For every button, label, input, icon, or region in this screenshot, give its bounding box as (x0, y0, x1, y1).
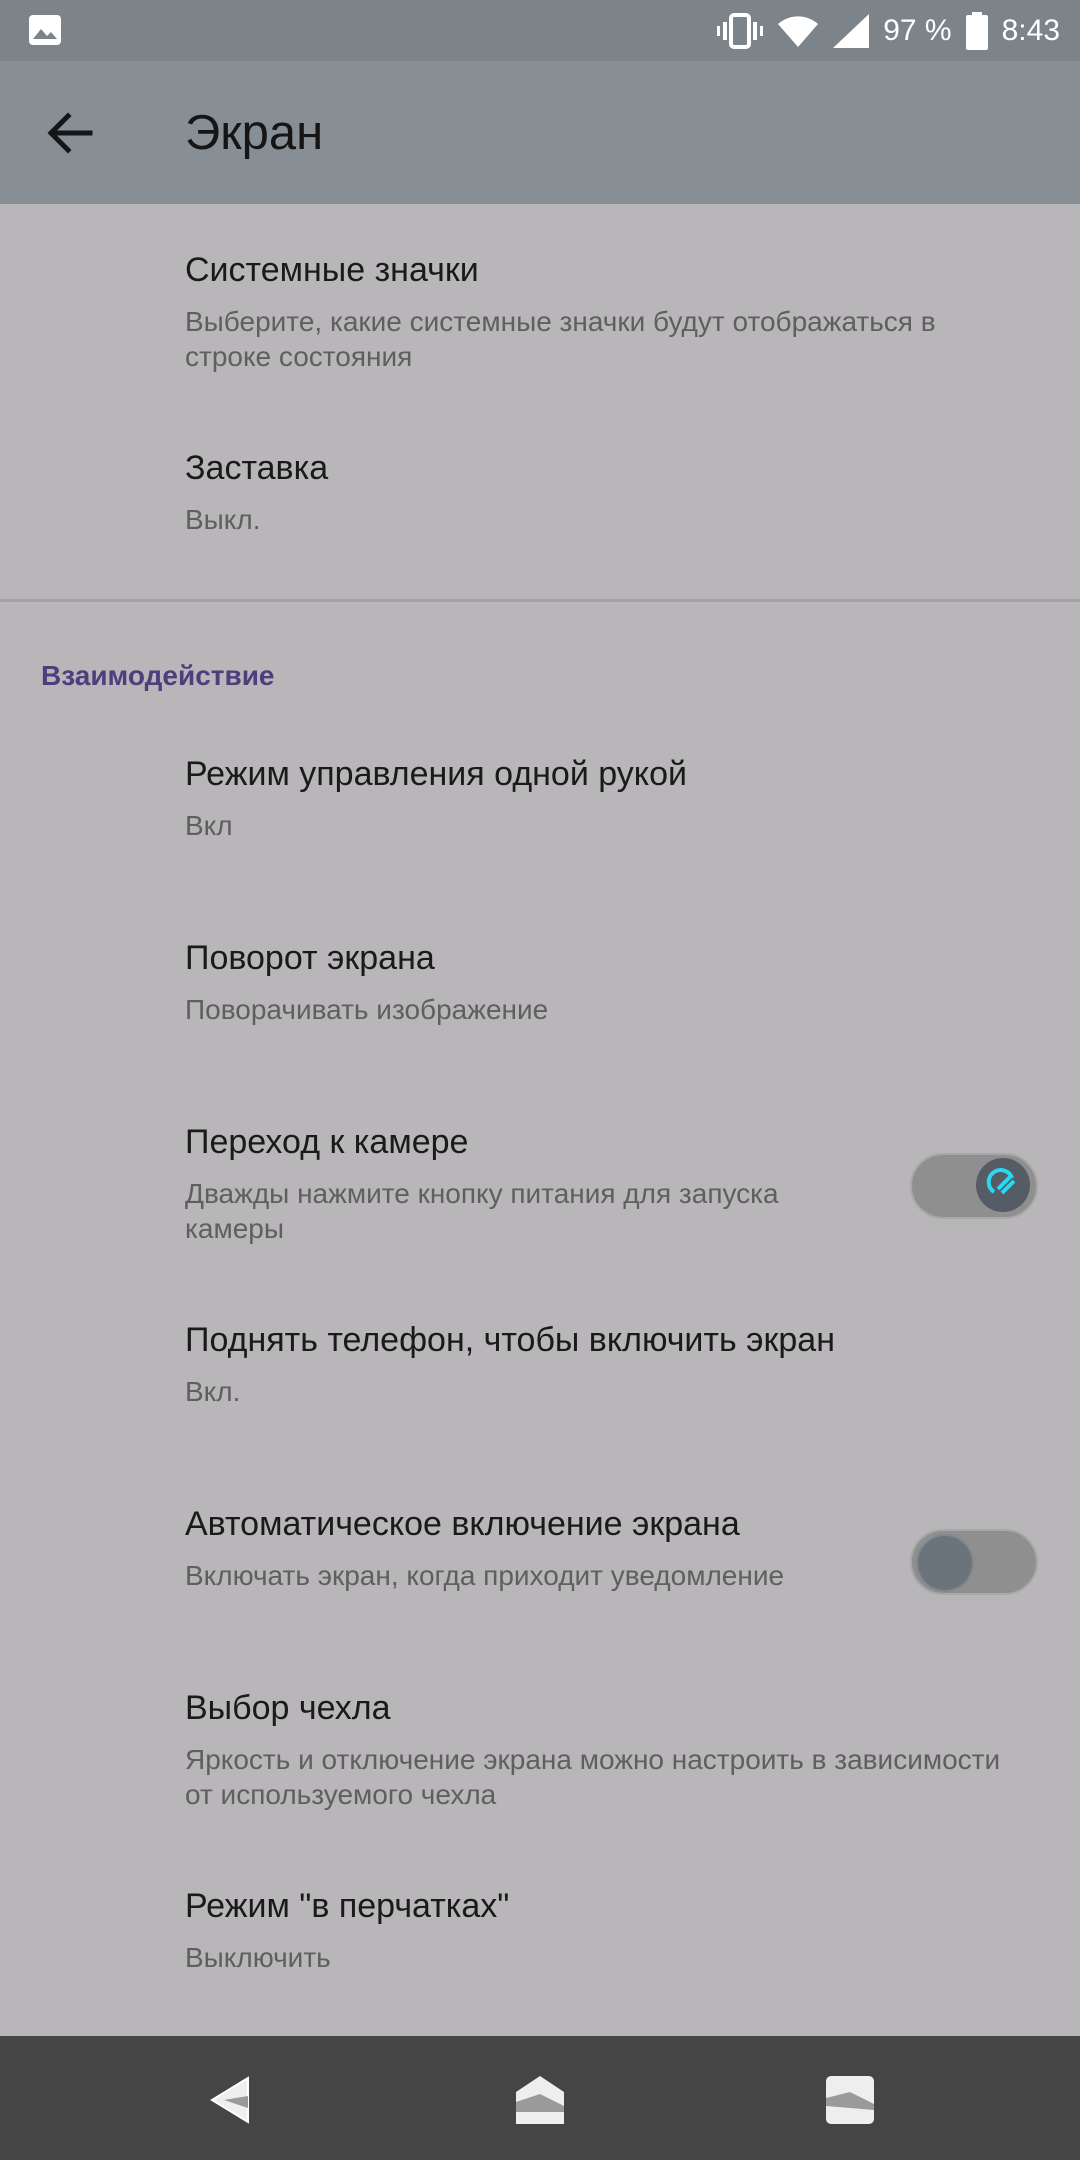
setting-title: Заставка (185, 449, 329, 487)
wifi-icon (778, 15, 819, 47)
nav-home-icon[interactable] (512, 2072, 568, 2128)
section-header-interaction: Взаимодействие (41, 660, 275, 691)
divider (0, 599, 1080, 602)
settings-list: Системные значки Выберите, какие системн… (0, 204, 1080, 2036)
setting-subtitle: Поворачивать изображение (185, 994, 549, 1025)
setting-subtitle: Вкл (185, 810, 233, 841)
arrow-left-icon[interactable] (44, 107, 96, 159)
setting-system-icons[interactable]: Системные значки Выберите, какие системн… (185, 248, 1025, 374)
setting-title: Поднять телефон, чтобы включить экран (185, 1321, 835, 1359)
camera-shortcut-toggle[interactable] (910, 1153, 1038, 1219)
nav-back-icon[interactable] (202, 2072, 258, 2128)
setting-title: Автоматическое включение экрана (185, 1505, 740, 1543)
toggle-on-thumb (976, 1158, 1030, 1212)
setting-subtitle: Включать экран, когда приходит уведомлен… (185, 1560, 785, 1591)
auto-screen-on-toggle[interactable] (910, 1529, 1038, 1595)
setting-lift-to-wake[interactable]: Поднять телефон, чтобы включить экран Вк… (185, 1318, 1025, 1409)
app-bar: Экран (0, 61, 1080, 204)
setting-title: Поворот экрана (185, 939, 435, 977)
setting-subtitle: Выкл. (185, 504, 261, 535)
toggle-off-thumb (916, 1534, 974, 1592)
setting-title: Выбор чехла (185, 1689, 391, 1727)
setting-title: Системные значки (185, 251, 479, 289)
setting-cover-selection[interactable]: Выбор чехла Яркость и отключение экрана … (185, 1686, 1025, 1812)
setting-subtitle: Вкл. (185, 1376, 241, 1407)
vibrate-icon (717, 12, 764, 49)
setting-one-hand-mode[interactable]: Режим управления одной рукой Вкл (185, 752, 1025, 843)
page-title: Экран (185, 106, 324, 160)
signal-icon (833, 13, 870, 48)
nav-recents-icon[interactable] (822, 2072, 878, 2128)
gallery-icon (29, 15, 61, 45)
navigation-bar (0, 2036, 1080, 2160)
setting-subtitle: Дважды нажмите кнопку питания для запуск… (185, 1178, 779, 1244)
setting-glove-mode[interactable]: Режим "в перчатках" Выключить (185, 1884, 1025, 1975)
setting-title: Переход к камере (185, 1123, 469, 1161)
setting-subtitle: Выключить (185, 1942, 331, 1973)
setting-screensaver[interactable]: Заставка Выкл. (185, 446, 1025, 537)
setting-title: Режим "в перчатках" (185, 1887, 510, 1925)
setting-subtitle: Яркость и отключение экрана можно настро… (185, 1744, 1001, 1810)
setting-camera-shortcut[interactable]: Переход к камере Дважды нажмите кнопку п… (185, 1120, 885, 1246)
battery-percent: 97 % (883, 13, 952, 47)
setting-screen-rotation[interactable]: Поворот экрана Поворачивать изображение (185, 936, 1025, 1027)
setting-subtitle: Выберите, какие системные значки будут о… (185, 306, 936, 372)
toggle-glow-icon (986, 1168, 1016, 1195)
clock: 8:43 (1001, 13, 1060, 47)
status-bar: 97 % 8:43 (0, 0, 1080, 61)
battery-icon (965, 11, 988, 50)
setting-auto-screen-on[interactable]: Автоматическое включение экрана Включать… (185, 1502, 885, 1593)
setting-title: Режим управления одной рукой (185, 755, 687, 793)
